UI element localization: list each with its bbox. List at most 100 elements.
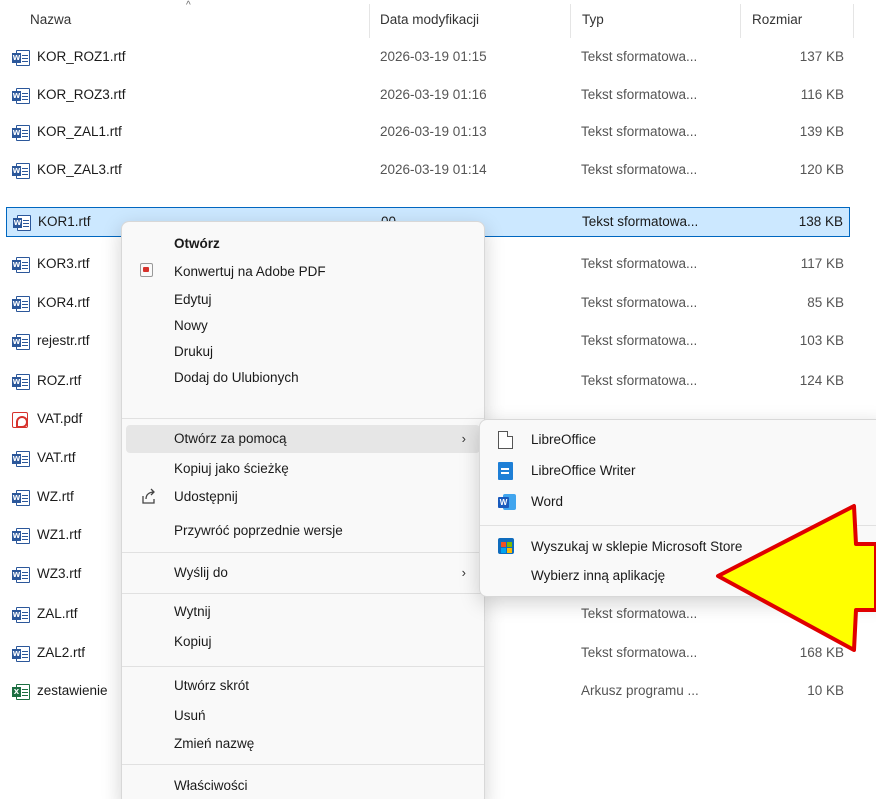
file-type: Arkusz programu ... bbox=[581, 683, 699, 698]
file-name: VAT.pdf bbox=[37, 411, 83, 426]
menu-item-print[interactable]: Drukuj bbox=[126, 338, 480, 366]
menu-item-label: Wyślij do bbox=[174, 565, 228, 580]
column-divider[interactable] bbox=[369, 4, 370, 38]
menu-item-properties[interactable]: Właściwości bbox=[126, 772, 480, 799]
menu-item-label: Właściwości bbox=[174, 778, 248, 793]
file-name: KOR_ZAL3.rtf bbox=[37, 162, 122, 177]
menu-item-label: Otwórz bbox=[174, 236, 220, 251]
file-name: ROZ.rtf bbox=[37, 373, 82, 388]
context-menu: Otwórz Konwertuj na Adobe PDF Edytuj Now… bbox=[121, 221, 485, 799]
menu-item-new[interactable]: Nowy bbox=[126, 312, 480, 340]
column-divider[interactable] bbox=[570, 4, 571, 38]
file-name: WZ3.rtf bbox=[37, 566, 82, 581]
column-divider[interactable] bbox=[740, 4, 741, 38]
file-type: Tekst sformatowa... bbox=[581, 295, 698, 310]
menu-item-edit[interactable]: Edytuj bbox=[126, 286, 480, 314]
menu-item-label: Otwórz za pomocą bbox=[174, 431, 287, 446]
menu-item-create-shortcut[interactable]: Utwórz skrót bbox=[126, 672, 480, 700]
menu-item-label: Edytuj bbox=[174, 292, 212, 307]
column-header-bar: ^ Nazwa Data modyfikacji Typ Rozmiar bbox=[0, 0, 876, 40]
menu-item-open-with[interactable]: Otwórz za pomocą › bbox=[126, 425, 480, 453]
menu-item-label: Nowy bbox=[174, 318, 208, 333]
submenu-item-libreoffice[interactable]: LibreOffice bbox=[484, 425, 876, 455]
chevron-right-icon: › bbox=[461, 565, 466, 580]
file-type: Tekst sformatowa... bbox=[581, 124, 698, 139]
file-name: KOR_ROZ3.rtf bbox=[37, 87, 126, 102]
file-name: KOR_ZAL1.rtf bbox=[37, 124, 122, 139]
file-row[interactable]: W KOR_ROZ3.rtf 2026-03-19 01:16 Tekst sform… bbox=[6, 81, 850, 111]
menu-item-label: Wytnij bbox=[174, 604, 211, 619]
menu-separator bbox=[122, 666, 484, 667]
word-doc-icon: W bbox=[12, 567, 30, 583]
file-type: Tekst sformatowa... bbox=[581, 645, 698, 660]
file-name: WZ1.rtf bbox=[37, 527, 82, 542]
file-size: 116 KB bbox=[800, 87, 844, 102]
file-size: 85 KB bbox=[807, 295, 844, 310]
file-type: Tekst sformatowa... bbox=[581, 333, 698, 348]
word-doc-icon: W bbox=[12, 88, 30, 104]
word-doc-icon: W bbox=[13, 215, 31, 231]
menu-separator bbox=[122, 764, 484, 765]
menu-item-label: Przywróć poprzednie wersje bbox=[174, 523, 343, 538]
submenu-item-libreoffice-writer[interactable]: LibreOffice Writer bbox=[484, 456, 876, 486]
menu-item-share[interactable]: Udostępnij bbox=[126, 483, 480, 511]
file-name: zestawienie bbox=[37, 683, 108, 698]
menu-item-open[interactable]: Otwórz bbox=[126, 230, 480, 258]
menu-item-label: Kopiuj jako ścieżkę bbox=[174, 461, 289, 476]
submenu-item-label: Word bbox=[531, 494, 564, 509]
yellow-arrow-annotation bbox=[716, 504, 876, 652]
file-name: KOR1.rtf bbox=[38, 214, 91, 229]
file-name: KOR_ROZ1.rtf bbox=[37, 49, 126, 64]
file-type: Tekst sformatowa... bbox=[582, 214, 699, 229]
file-name: KOR3.rtf bbox=[37, 256, 90, 271]
menu-separator bbox=[122, 552, 484, 553]
menu-item-restore-versions[interactable]: Przywróć poprzednie wersje bbox=[126, 517, 480, 545]
file-name: VAT.rtf bbox=[37, 450, 76, 465]
word-doc-icon: W bbox=[12, 163, 30, 179]
file-row[interactable]: W KOR_ROZ1.rtf 2026-03-19 01:15 Tekst sform… bbox=[6, 43, 850, 73]
file-row[interactable]: W KOR_ZAL1.rtf 2026-03-19 01:13 Tekst sform… bbox=[6, 118, 850, 148]
word-doc-icon: W bbox=[12, 646, 30, 662]
word-doc-icon: W bbox=[12, 296, 30, 312]
file-name: ZAL.rtf bbox=[37, 606, 78, 621]
menu-item-rename[interactable]: Zmień nazwę bbox=[126, 730, 480, 758]
libreoffice-writer-icon bbox=[498, 462, 516, 480]
menu-item-label: Zmień nazwę bbox=[174, 736, 255, 751]
word-doc-icon: W bbox=[12, 528, 30, 544]
microsoft-store-icon bbox=[498, 538, 516, 556]
column-header-date[interactable]: Data modyfikacji bbox=[380, 12, 479, 27]
column-header-type[interactable]: Typ bbox=[582, 12, 604, 27]
word-doc-icon: W bbox=[12, 490, 30, 506]
submenu-item-label: LibreOffice Writer bbox=[531, 463, 636, 478]
submenu-item-label: Wybierz inną aplikację bbox=[531, 568, 666, 583]
column-divider[interactable] bbox=[853, 4, 854, 38]
file-size: 137 KB bbox=[799, 49, 844, 64]
word-doc-icon: W bbox=[12, 607, 30, 623]
menu-item-copy-path[interactable]: Kopiuj jako ścieżkę bbox=[126, 455, 480, 483]
file-name: rejestr.rtf bbox=[37, 333, 90, 348]
menu-separator bbox=[122, 418, 484, 419]
word-doc-icon: W bbox=[12, 334, 30, 350]
menu-item-label: Kopiuj bbox=[174, 634, 212, 649]
menu-item-cut[interactable]: Wytnij bbox=[126, 598, 480, 626]
menu-item-copy[interactable]: Kopiuj bbox=[126, 628, 480, 656]
menu-item-delete[interactable]: Usuń bbox=[126, 702, 480, 730]
word-doc-icon: W bbox=[12, 257, 30, 273]
file-row[interactable]: W KOR_ZAL3.rtf 2026-03-19 01:14 Tekst sform… bbox=[6, 156, 850, 186]
menu-item-convert-pdf[interactable]: Konwertuj na Adobe PDF bbox=[126, 258, 480, 286]
file-type: Tekst sformatowa... bbox=[581, 373, 698, 388]
column-header-name[interactable]: Nazwa bbox=[30, 12, 71, 27]
file-type: Tekst sformatowa... bbox=[581, 49, 698, 64]
menu-separator bbox=[122, 593, 484, 594]
arrow-shape bbox=[716, 504, 876, 652]
word-doc-icon: W bbox=[12, 125, 30, 141]
menu-item-label: Konwertuj na Adobe PDF bbox=[174, 264, 326, 279]
menu-item-send-to[interactable]: Wyślij do › bbox=[126, 559, 480, 587]
menu-item-label: Drukuj bbox=[174, 344, 214, 359]
column-header-size[interactable]: Rozmiar bbox=[752, 12, 802, 27]
word-doc-icon: W bbox=[12, 451, 30, 467]
file-name: KOR4.rtf bbox=[37, 295, 90, 310]
file-date: 2026-03-19 01:15 bbox=[380, 49, 487, 64]
file-size: 103 KB bbox=[799, 333, 844, 348]
menu-item-add-favorites[interactable]: Dodaj do Ulubionych bbox=[126, 364, 480, 392]
